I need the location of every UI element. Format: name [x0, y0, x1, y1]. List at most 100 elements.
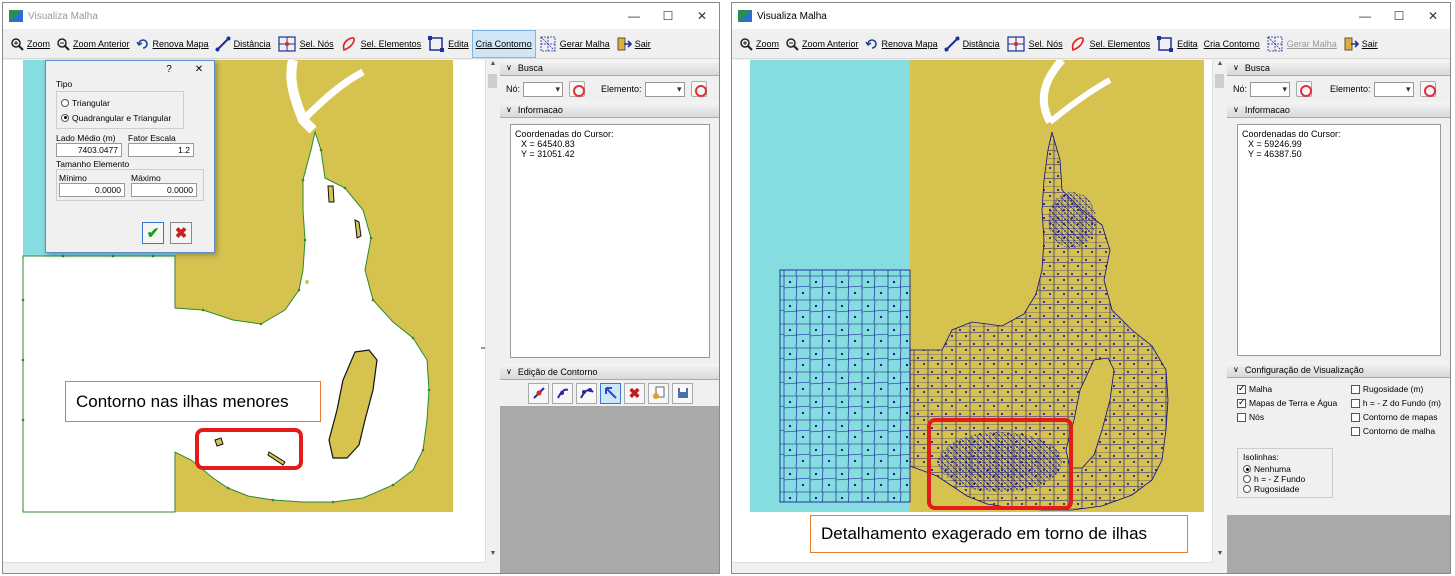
checkbox-n-s[interactable]: Nós	[1237, 410, 1337, 424]
left-horizontal-scrollbar[interactable]	[3, 562, 485, 573]
radio-isolinhas-h-z-fundo[interactable]: h = - Z Fundo	[1243, 474, 1327, 484]
small-island	[327, 185, 335, 203]
isolinhas-group: Isolinhas: Nenhuma h = - Z Fundo Rugosidad…	[1237, 448, 1333, 498]
chevron-down-icon: ∨	[506, 367, 512, 376]
dialog-close-button[interactable]: ✕	[184, 64, 214, 75]
radio-triangular[interactable]: Triangular	[61, 95, 179, 110]
close-icon[interactable]: ✕	[685, 3, 719, 29]
tool-label: Cria Contorno	[475, 38, 532, 49]
tool-cria-contorno-button[interactable]: Cria Contorno	[471, 29, 536, 58]
tool-zoom-anterior-button[interactable]: Zoom Anterior	[782, 30, 862, 58]
no-select[interactable]	[523, 81, 564, 97]
tamanho-group: Mínimo 0.0000 Máximo 0.0000	[56, 169, 204, 201]
tool-distância-button[interactable]: Distância	[212, 30, 274, 58]
radio-quadrangular-triangular[interactable]: Quadrangular e Triangular	[61, 110, 179, 125]
tool-label: Sair	[1361, 38, 1378, 49]
import-icon[interactable]	[648, 382, 669, 404]
tool-gerar-malha-button[interactable]: Gerar Malha	[536, 30, 613, 58]
tool-label: Renova Mapa	[881, 38, 938, 49]
maximize-icon[interactable]: ☐	[651, 3, 685, 29]
tool-distância-button[interactable]: Distância	[941, 30, 1003, 58]
maximo-label: Máximo	[131, 173, 161, 183]
highlight-box-left	[195, 428, 303, 470]
radio-isolinhas-rugosidade[interactable]: Rugosidade	[1243, 484, 1327, 494]
delete-icon[interactable]: ✖	[624, 382, 645, 404]
move-node-icon[interactable]	[576, 382, 597, 404]
tool-label: Edita	[448, 38, 469, 49]
isolinhas-label: Isolinhas:	[1243, 452, 1279, 462]
right-window-title: Visualiza Malha	[757, 10, 827, 22]
tool-edita-button[interactable]: Edita	[424, 30, 472, 58]
tool-label: Zoom Anterior	[802, 38, 859, 49]
fator-escala-input[interactable]: 1.2	[128, 143, 194, 157]
cancel-x-icon[interactable]: ✖	[170, 222, 192, 244]
select-arrow-icon[interactable]	[600, 382, 621, 404]
tool-gerar-malha-button[interactable]: Gerar Malha	[1263, 30, 1340, 58]
minimo-input[interactable]: 0.0000	[59, 183, 125, 197]
search-no-icon[interactable]	[1296, 81, 1313, 97]
informacao-header[interactable]: ∨ Informacao	[1227, 102, 1450, 118]
config-header[interactable]: ∨ Configuração de Visualização	[1227, 362, 1450, 378]
elemento-select[interactable]	[644, 81, 685, 97]
config-right-checks: Rugosidade (m) h = - Z do Fundo (m) Contor…	[1350, 382, 1441, 438]
tool-zoom-button[interactable]: Zoom	[7, 30, 53, 58]
tool-zoom-anterior-button[interactable]: Zoom Anterior	[53, 30, 133, 58]
close-icon[interactable]: ✕	[1416, 3, 1450, 29]
right-side-panel: ∨Busca Nó: Elemento: ∨Informacao Coorden…	[1227, 60, 1450, 573]
search-elemento-icon[interactable]	[690, 81, 707, 97]
save-contour-icon[interactable]	[672, 382, 693, 404]
right-horizontal-scrollbar[interactable]	[732, 562, 1212, 573]
checkbox-contorno-de-malha[interactable]: Contorno de malha	[1350, 424, 1441, 438]
radio-isolinhas-nenhuma[interactable]: Nenhuma	[1243, 464, 1327, 474]
maximize-icon[interactable]: ☐	[1382, 3, 1416, 29]
minimize-icon[interactable]: —	[617, 3, 651, 29]
tool-sel-nós-button[interactable]: Sel. Nós	[1003, 30, 1066, 58]
tool-sel-nós-button[interactable]: Sel. Nós	[274, 30, 337, 58]
chevron-down-icon: ∨	[506, 105, 512, 114]
right-callout: Detalhamento exagerado em torno de ilhas	[810, 515, 1188, 553]
tool-sair-button[interactable]: Sair	[1340, 30, 1381, 58]
left-panel-empty-area	[500, 406, 719, 573]
tool-cria-contorno-button[interactable]: Cria Contorno	[1201, 30, 1263, 58]
tool-edita-button[interactable]: Edita	[1153, 30, 1201, 58]
elemento-select[interactable]	[1373, 81, 1414, 97]
checkbox-h-z-do-fundo-m-[interactable]: h = - Z do Fundo (m)	[1350, 396, 1441, 410]
right-window: Visualiza Malha — ☐ ✕ Zoom Zoom Anterior R…	[731, 2, 1451, 574]
insert-node-icon[interactable]	[552, 382, 573, 404]
coords-label: Coordenadas do Cursor:	[1242, 129, 1341, 139]
checkbox-mapas-de-terra-e-gua[interactable]: Mapas de Terra e Água	[1237, 396, 1337, 410]
tool-sel-elementos-button[interactable]: Sel. Elementos	[1066, 30, 1154, 58]
checkbox-malha[interactable]: Malha	[1237, 382, 1337, 396]
tool-zoom-button[interactable]: Zoom	[736, 30, 782, 58]
add-node-icon[interactable]	[528, 382, 549, 404]
checkbox-rugosidade-m-[interactable]: Rugosidade (m)	[1350, 382, 1441, 396]
no-select[interactable]	[1250, 81, 1291, 97]
lado-medio-input[interactable]: 7403.0477	[56, 143, 122, 157]
search-elemento-icon[interactable]	[1419, 81, 1436, 97]
edicao-header[interactable]: ∨ Edição de Contorno	[500, 364, 719, 380]
busca-header[interactable]: ∨ Busca	[1227, 60, 1450, 76]
ok-check-icon[interactable]: ✔	[142, 222, 164, 244]
informacao-header[interactable]: ∨ Informacao	[500, 102, 719, 118]
search-no-icon[interactable]	[569, 81, 586, 97]
contour-dialog: ? ✕ Tipo Triangular Quadrangular e Trian…	[45, 60, 215, 253]
maximo-input[interactable]: 0.0000	[131, 183, 197, 197]
help-button[interactable]: ?	[154, 64, 184, 75]
chevron-down-icon: ∨	[1233, 105, 1239, 114]
tool-sair-button[interactable]: Sair	[613, 30, 654, 58]
minimize-icon[interactable]: —	[1348, 3, 1382, 29]
tool-renova-mapa-button[interactable]: Renova Mapa	[133, 30, 212, 58]
tool-label: Renova Mapa	[152, 38, 209, 49]
left-window-title: Visualiza Malha	[28, 10, 98, 22]
checkbox-contorno-de-mapas[interactable]: Contorno de mapas	[1350, 410, 1441, 424]
lado-medio-label: Lado Médio (m)	[56, 133, 116, 143]
left-vertical-scrollbar[interactable]: ▲ ▼	[485, 60, 499, 562]
cursor-x: X = 64540.83	[521, 139, 575, 149]
busca-header[interactable]: ∨ Busca	[500, 60, 719, 76]
tool-label: Edita	[1177, 38, 1198, 49]
tool-sel-elementos-button[interactable]: Sel. Elementos	[337, 30, 425, 58]
right-vertical-scrollbar[interactable]: ▲ ▼	[1212, 60, 1226, 562]
tool-renova-mapa-button[interactable]: Renova Mapa	[862, 30, 941, 58]
right-panel-empty-area	[1227, 515, 1450, 573]
tipo-group: Triangular Quadrangular e Triangular	[56, 91, 184, 129]
